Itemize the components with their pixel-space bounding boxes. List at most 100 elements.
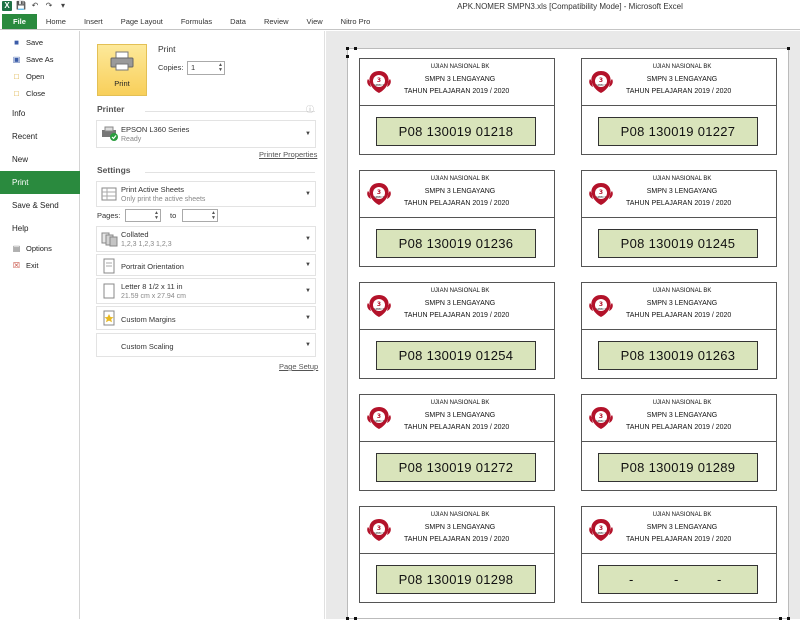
printer-ready-icon — [101, 126, 118, 142]
pages-row: Pages: ▲ ▼ to ▲ ▼ — [97, 209, 317, 223]
card-exam-title: UJIAN NASIONAL BK — [430, 64, 490, 70]
menu-print[interactable]: Print — [0, 171, 87, 194]
svg-text:SMPN 3: SMPN 3 — [374, 307, 384, 311]
copies-spinner[interactable]: ▲ ▼ — [218, 63, 223, 73]
card-exam-title: UJIAN NASIONAL BK — [430, 512, 490, 518]
collation-label: Collated — [121, 230, 149, 239]
print-what-sub: Only print the active sheets — [121, 196, 206, 203]
exam-card: 3 SMPN 3 UJIAN NASIONAL BK SMPN 3 LENGAYANG… — [359, 58, 555, 155]
preview-page: 3 SMPN 3 UJIAN NASIONAL BK SMPN 3 LENGAYANG… — [346, 47, 790, 620]
orientation-dropdown[interactable]: Portrait Orientation ▼ — [96, 254, 316, 276]
print-heading: Print — [158, 44, 176, 54]
exam-card: 3 SMPN 3 UJIAN NASIONAL BK SMPN 3 LENGAYANG… — [359, 282, 555, 379]
tab-view[interactable]: View — [298, 14, 332, 29]
svg-text:3: 3 — [599, 413, 603, 420]
blank-mark: - — [629, 572, 634, 587]
margin-handle[interactable] — [787, 47, 790, 50]
school-logo-icon: 3SMPN 3 — [367, 295, 391, 317]
close-file-icon: □ — [14, 89, 19, 98]
tab-review[interactable]: Review — [255, 14, 298, 29]
menu-open[interactable]: □ Open — [0, 68, 79, 85]
paper-size-dropdown[interactable]: Letter 8 1/2 x 11 in 21.59 cm x 27.94 cm… — [96, 278, 316, 304]
exam-card: 3 SMPN 3 UJIAN NASIONAL BK SMPN 3 LENGAYANG… — [581, 394, 777, 491]
card-header: 3 SMPN 3 UJIAN NASIONAL BK SMPN 3 LENGAYANG… — [582, 59, 776, 106]
tab-data[interactable]: Data — [221, 14, 255, 29]
margin-handle[interactable] — [346, 55, 349, 58]
menu-save-as-label: Save As — [26, 55, 54, 64]
scaling-dropdown[interactable]: Custom Scaling ▼ — [96, 333, 316, 357]
card-header: 3 SMPN 3 UJIAN NASIONAL BK SMPN 3 LENGAYANG… — [582, 171, 776, 218]
backstage-menu: ■ Save ▣ Save As □ Open □ Close Info Rec… — [0, 31, 87, 619]
printer-name: EPSON L360 Series — [121, 125, 190, 134]
info-icon[interactable]: ⓘ — [306, 104, 314, 115]
exam-number: P08 130019 01227 — [598, 117, 758, 146]
school-logo-icon: 3SMPN 3 — [367, 519, 391, 541]
tab-nitro-pro[interactable]: Nitro Pro — [332, 14, 380, 29]
settings-heading: Settings — [97, 165, 131, 175]
card-academic-year: TAHUN PELAJARAN 2019 / 2020 — [404, 312, 510, 319]
menu-new[interactable]: New — [0, 148, 79, 171]
printer-icon — [110, 51, 134, 71]
printer-properties-link[interactable]: Printer Properties — [259, 150, 317, 159]
card-exam-title: UJIAN NASIONAL BK — [652, 288, 712, 294]
print-what-dropdown[interactable]: Print Active Sheets Only print the activ… — [96, 181, 316, 207]
svg-text:SMPN 3: SMPN 3 — [374, 419, 384, 423]
chevron-down-icon: ▼ — [305, 191, 311, 197]
pages-from-input[interactable]: ▲ ▼ — [125, 209, 161, 222]
card-academic-year: TAHUN PELAJARAN 2019 / 2020 — [626, 536, 732, 543]
tab-page-layout[interactable]: Page Layout — [112, 14, 172, 29]
card-school-name: SMPN 3 LENGAYANG — [646, 188, 718, 195]
print-preview: 3 SMPN 3 UJIAN NASIONAL BK SMPN 3 LENGAYANG… — [326, 31, 800, 620]
menu-options[interactable]: ▤ Options — [0, 240, 79, 257]
menu-save-as[interactable]: ▣ Save As — [0, 51, 79, 68]
printer-divider — [145, 111, 315, 112]
card-school-name: SMPN 3 LENGAYANG — [424, 412, 496, 419]
menu-save-label: Save — [26, 38, 44, 47]
pages-to-label: to — [170, 211, 177, 220]
collation-dropdown[interactable]: Collated 1,2,3 1,2,3 1,2,3 ▼ — [96, 226, 316, 252]
exam-number: P08 130019 01236 — [376, 229, 536, 258]
page-setup-link[interactable]: Page Setup — [279, 362, 318, 371]
printer-dropdown[interactable]: EPSON L360 Series Ready ▼ — [96, 120, 316, 148]
menu-info[interactable]: Info — [0, 102, 79, 125]
margin-handle[interactable] — [346, 47, 349, 50]
svg-text:3: 3 — [377, 413, 381, 420]
card-school-name: SMPN 3 LENGAYANG — [646, 300, 718, 307]
school-logo-icon: 3SMPN 3 — [589, 407, 613, 429]
card-academic-year: TAHUN PELAJARAN 2019 / 2020 — [404, 536, 510, 543]
exam-number: P08 130019 01254 — [376, 341, 536, 370]
svg-text:SMPN 3: SMPN 3 — [596, 307, 606, 311]
tab-home[interactable]: Home — [37, 14, 75, 29]
tab-insert[interactable]: Insert — [75, 14, 112, 29]
pages-to-input[interactable]: ▲ ▼ — [182, 209, 218, 222]
card-school-name: SMPN 3 LENGAYANG — [424, 524, 496, 531]
margin-handle[interactable] — [354, 47, 357, 50]
exam-card: 3 SMPN 3 UJIAN NASIONAL BK SMPN 3 LENGAYANG… — [581, 506, 777, 603]
svg-text:SMPN 3: SMPN 3 — [374, 83, 384, 87]
menu-close-label: Close — [26, 89, 46, 98]
blank-number-box: --- — [598, 565, 758, 594]
card-exam-title: UJIAN NASIONAL BK — [430, 288, 490, 294]
card-academic-year: TAHUN PELAJARAN 2019 / 2020 — [404, 424, 510, 431]
copies-input[interactable]: 1 ▲ ▼ — [187, 61, 225, 75]
menu-exit[interactable]: ☒ Exit — [0, 257, 79, 274]
paper-icon — [101, 283, 117, 299]
margins-dropdown[interactable]: Custom Margins ▼ — [96, 306, 316, 330]
school-logo-icon: 3SMPN 3 — [367, 71, 391, 93]
menu-options-label: Options — [26, 244, 52, 253]
svg-text:3: 3 — [377, 525, 381, 532]
menu-save-and-send[interactable]: Save & Send — [0, 194, 79, 217]
svg-text:3: 3 — [599, 77, 603, 84]
menu-save[interactable]: ■ Save — [0, 34, 79, 51]
menu-help[interactable]: Help — [0, 217, 79, 240]
window-title: APK.NOMER SMPN3.xls [Compatibility Mode]… — [457, 2, 683, 11]
menu-recent[interactable]: Recent — [0, 125, 79, 148]
print-button-label: Print — [114, 79, 130, 88]
print-button[interactable]: Print — [97, 44, 147, 96]
options-icon: ▤ — [12, 244, 21, 253]
tab-file[interactable]: File — [2, 14, 37, 29]
tab-formulas[interactable]: Formulas — [172, 14, 221, 29]
card-header: 3 SMPN 3 UJIAN NASIONAL BK SMPN 3 LENGAYANG… — [582, 395, 776, 442]
menu-close[interactable]: □ Close — [0, 85, 79, 102]
card-academic-year: TAHUN PELAJARAN 2019 / 2020 — [626, 200, 732, 207]
